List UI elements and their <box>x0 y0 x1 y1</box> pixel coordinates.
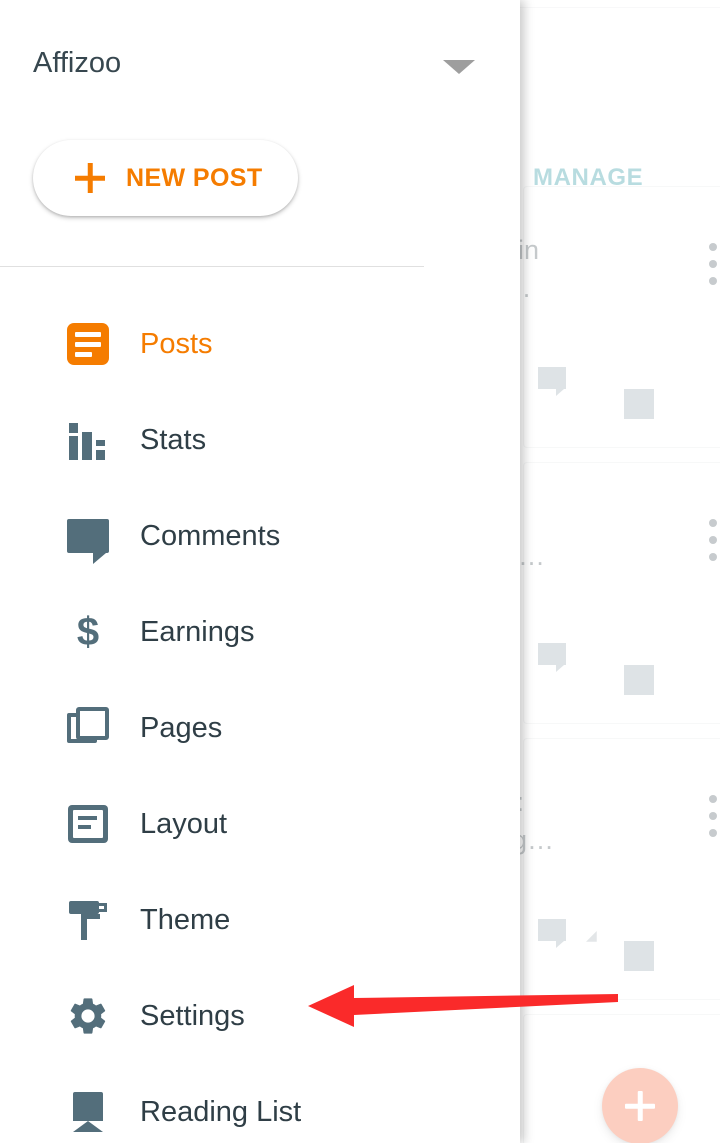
placeholder-tick: ◢ <box>586 927 597 943</box>
dollar-icon: $ <box>76 610 100 654</box>
drawer-divider <box>0 266 424 267</box>
paint-roller-icon <box>62 896 114 944</box>
placeholder-square <box>624 941 654 971</box>
sidebar-item-reading-list[interactable]: Reading List <box>0 1064 520 1143</box>
sidebar-item-comments[interactable]: Comments <box>0 488 520 584</box>
new-post-label: NEW POST <box>126 163 263 192</box>
more-vert-icon[interactable] <box>709 519 717 570</box>
bookmark-icon <box>62 1088 114 1136</box>
sidebar-item-label: Comments <box>140 519 281 552</box>
sidebar-item-label: Reading List <box>140 1095 302 1128</box>
sidebar-item-stats[interactable]: Stats <box>0 392 520 488</box>
sidebar-item-label: Stats <box>140 423 207 456</box>
sidebar-item-theme[interactable]: Theme <box>0 872 520 968</box>
sidebar-item-settings[interactable]: Settings <box>0 968 520 1064</box>
placeholder-square <box>624 389 654 419</box>
sidebar-item-label: Earnings <box>140 615 255 648</box>
more-vert-icon[interactable] <box>709 795 717 846</box>
chevron-down-icon[interactable] <box>443 60 475 74</box>
comment-icon <box>538 367 566 396</box>
sidebar-item-label: Layout <box>140 807 228 840</box>
comment-icon <box>538 919 566 948</box>
gear-icon <box>62 992 114 1040</box>
sidebar-item-pages[interactable]: Pages <box>0 680 520 776</box>
new-post-button[interactable]: NEW POST <box>33 140 298 216</box>
new-post-fab[interactable] <box>602 1068 678 1143</box>
navigation-drawer: Affizoo NEW POST Posts Stats Comments $ … <box>0 0 520 1143</box>
blog-name: Affizoo <box>33 47 122 79</box>
app-root: MANAGE s in t… ct… w: ng… ◢ <box>0 0 720 1143</box>
post-card[interactable]: ct… <box>497 462 720 724</box>
sidebar-item-label: Settings <box>140 999 245 1032</box>
placeholder-square <box>624 665 654 695</box>
blog-switcher[interactable]: Affizoo <box>0 0 520 118</box>
post-card[interactable]: w: ng… ◢ <box>497 738 720 1000</box>
sidebar-item-posts[interactable]: Posts <box>0 296 520 392</box>
sidebar-item-label: Posts <box>140 327 213 360</box>
comment-icon <box>538 643 566 672</box>
posts-icon <box>62 320 114 368</box>
stats-icon <box>62 416 114 464</box>
comments-icon <box>62 512 114 564</box>
sidebar-item-earnings[interactable]: $ Earnings <box>0 584 520 680</box>
layout-icon <box>62 800 114 848</box>
drawer-nav-list: Posts Stats Comments $ Earnings Pages La… <box>0 296 520 1143</box>
sidebar-item-layout[interactable]: Layout <box>0 776 520 872</box>
sidebar-item-label: Theme <box>140 903 231 936</box>
post-card[interactable]: s in t… <box>497 186 720 448</box>
sidebar-item-label: Pages <box>140 711 223 744</box>
more-vert-icon[interactable] <box>709 243 717 294</box>
pages-icon <box>62 704 114 752</box>
plus-icon <box>75 163 105 193</box>
